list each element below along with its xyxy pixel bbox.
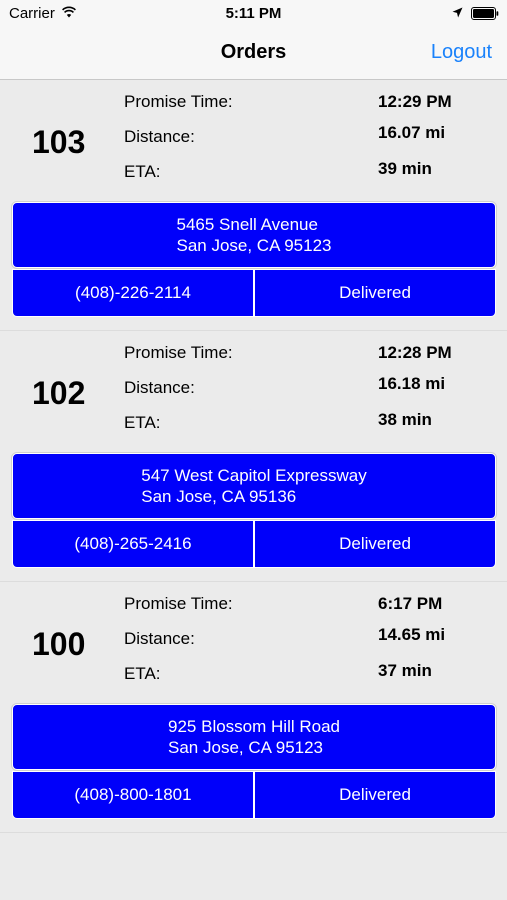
promise-time-value: 12:28 PM (378, 343, 452, 362)
eta-label: ETA: (124, 413, 161, 432)
promise-time-label: Promise Time: (124, 594, 233, 613)
address-button[interactable]: 925 Blossom Hill Road San Jose, CA 95123 (12, 704, 496, 770)
status-time: 5:11 PM (225, 5, 282, 22)
phone-button[interactable]: (408)-265-2416 (12, 520, 254, 568)
order-card: 102 Promise Time: Distance: ETA: 12:28 P… (0, 331, 507, 582)
status-bar: Carrier 5:11 PM (0, 0, 507, 30)
address-line1: 547 West Capitol Expressway (141, 466, 367, 485)
order-number: 100 (32, 626, 86, 662)
eta-value: 38 min (378, 410, 432, 429)
address-line2: San Jose, CA 95136 (141, 487, 297, 506)
distance-value: 16.18 mi (378, 374, 446, 393)
order-card: 100 Promise Time: Distance: ETA: 6:17 PM… (0, 582, 507, 833)
eta-label: ETA: (124, 664, 161, 683)
delivered-button[interactable]: Delivered (254, 269, 496, 317)
distance-label: Distance: (124, 378, 195, 397)
location-arrow-icon (452, 7, 463, 18)
distance-label: Distance: (124, 127, 195, 146)
eta-value: 39 min (378, 159, 432, 178)
eta-value: 37 min (378, 661, 432, 680)
phone-button[interactable]: (408)-800-1801 (12, 771, 254, 819)
order-number: 103 (32, 124, 86, 160)
distance-label: Distance: (124, 629, 195, 648)
eta-label: ETA: (124, 162, 161, 181)
delivered-button[interactable]: Delivered (254, 771, 496, 819)
promise-time-label: Promise Time: (124, 343, 233, 362)
address-line2: San Jose, CA 95123 (168, 738, 324, 757)
address-button[interactable]: 5465 Snell Avenue San Jose, CA 95123 (12, 202, 496, 268)
distance-value: 16.07 mi (378, 123, 446, 142)
promise-time-value: 12:29 PM (378, 92, 452, 111)
orders-list: 103 Promise Time: Distance: ETA: 12:29 P… (0, 80, 507, 833)
navigation-bar: Orders Logout (0, 30, 507, 80)
order-card: 103 Promise Time: Distance: ETA: 12:29 P… (0, 80, 507, 331)
phone-button[interactable]: (408)-226-2114 (12, 269, 254, 317)
address-button[interactable]: 547 West Capitol Expressway San Jose, CA… (12, 453, 496, 519)
order-number: 102 (32, 375, 86, 411)
address-line2: San Jose, CA 95123 (176, 236, 332, 255)
battery-icon (471, 7, 499, 20)
delivered-button[interactable]: Delivered (254, 520, 496, 568)
logout-button[interactable]: Logout (431, 41, 492, 64)
distance-value: 14.65 mi (378, 625, 446, 644)
promise-time-value: 6:17 PM (378, 594, 443, 613)
address-line1: 5465 Snell Avenue (176, 215, 318, 234)
promise-time-label: Promise Time: (124, 92, 233, 111)
address-line1: 925 Blossom Hill Road (168, 717, 340, 736)
